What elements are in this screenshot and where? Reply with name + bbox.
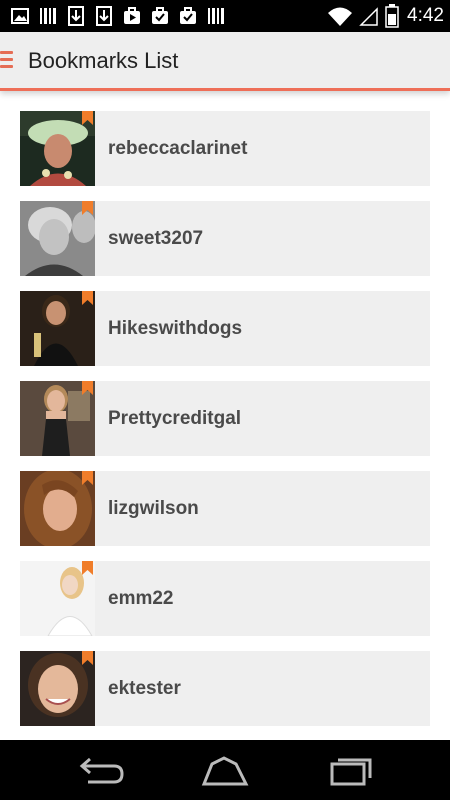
bookmark-name: Prettycreditgal: [108, 408, 242, 429]
battery-icon: [385, 4, 399, 28]
app-bar: Bookmarks List: [0, 32, 450, 91]
bookmark-name: lizgwilson: [108, 498, 199, 519]
check-bag-icon: [180, 7, 196, 24]
bookmark-name: rebeccaclarinet: [108, 138, 248, 159]
bookmark-flag-icon: [82, 471, 93, 485]
bookmark-flag-icon: [82, 381, 93, 395]
notification-icons: [10, 6, 226, 26]
no-signal-icon: [359, 7, 378, 26]
bookmark-flag-icon: [82, 561, 93, 575]
bookmark-item[interactable]: Prettycreditgal: [20, 381, 430, 456]
navigation-bar: [0, 740, 450, 800]
hamburger-menu-icon[interactable]: [0, 51, 14, 69]
bookmark-name: Hikeswithdogs: [108, 318, 243, 339]
download-icon: [68, 6, 84, 26]
page-title: Bookmarks List: [28, 48, 179, 73]
download-icon: [96, 6, 112, 26]
bookmark-flag-icon: [82, 651, 93, 665]
bookmarks-list: rebeccaclarinet sweet3207 Hikeswithdogs …: [20, 111, 430, 741]
bookmark-item[interactable]: emm22: [20, 561, 430, 636]
home-icon[interactable]: [200, 754, 250, 788]
avatar: [20, 201, 95, 276]
bookmark-item[interactable]: Hikeswithdogs: [20, 291, 430, 366]
barcode-icon: [208, 8, 224, 24]
bookmark-flag-icon: [82, 201, 93, 215]
bookmark-name: emm22: [108, 588, 174, 609]
avatar: [20, 471, 95, 546]
avatar: [20, 111, 95, 186]
wifi-icon: [328, 7, 353, 26]
barcode-icon: [40, 8, 56, 24]
avatar: [20, 381, 95, 456]
status-bar: 4:42: [0, 0, 450, 32]
bookmark-flag-icon: [82, 111, 93, 125]
video-bag-icon: [124, 7, 140, 24]
bookmark-item[interactable]: sweet3207: [20, 201, 430, 276]
avatar: [20, 561, 95, 636]
gallery-icon: [11, 8, 29, 24]
avatar: [20, 651, 95, 726]
bookmark-name: ektester: [108, 678, 181, 699]
bookmark-item[interactable]: lizgwilson: [20, 471, 430, 546]
system-indicators: 4:42: [327, 4, 444, 28]
bookmark-name: sweet3207: [108, 228, 204, 249]
bookmark-item[interactable]: rebeccaclarinet: [20, 111, 430, 186]
recents-icon[interactable]: [326, 754, 376, 788]
bookmark-item[interactable]: ektester: [20, 651, 430, 726]
status-clock: 4:42: [407, 5, 444, 26]
avatar: [20, 291, 95, 366]
back-icon[interactable]: [76, 754, 126, 788]
bookmark-flag-icon: [82, 291, 93, 305]
checklist-bag-icon: [152, 7, 168, 24]
